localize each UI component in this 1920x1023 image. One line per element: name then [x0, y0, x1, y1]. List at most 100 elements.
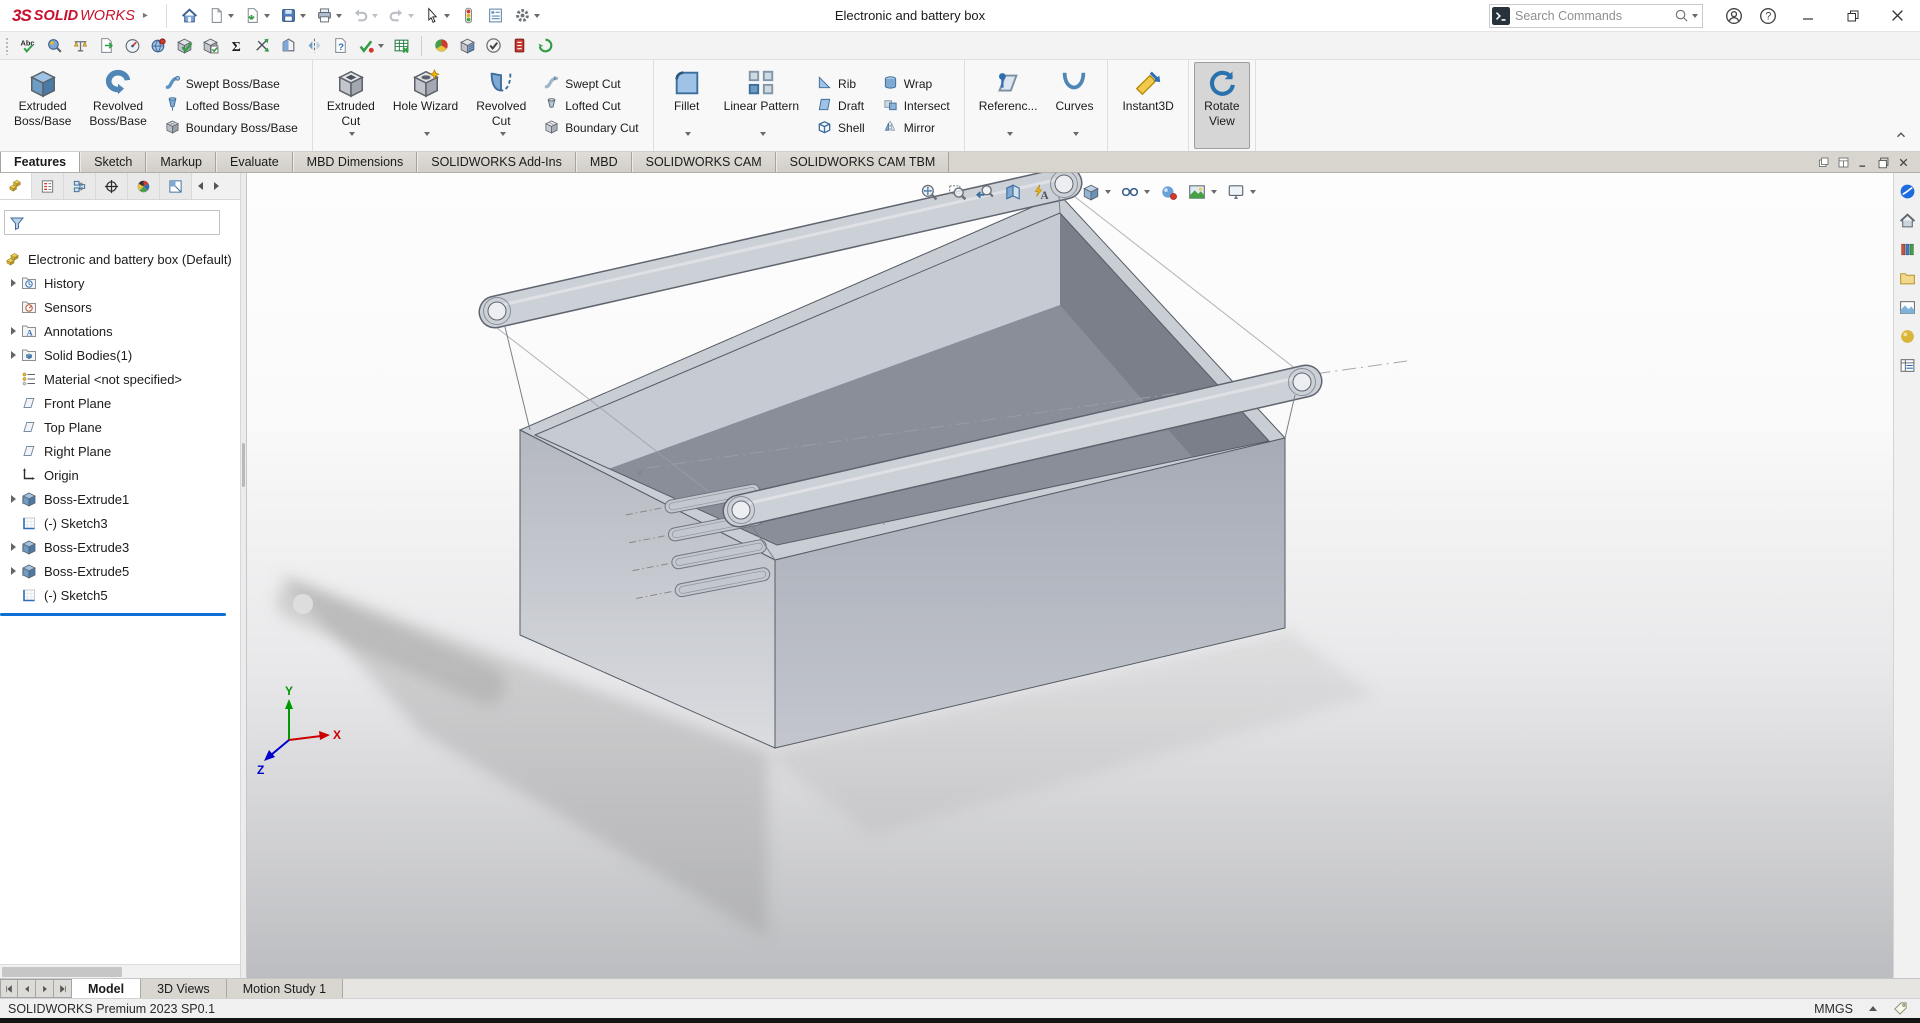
curvature-icon[interactable]	[429, 35, 454, 56]
print-icon[interactable]	[312, 3, 346, 29]
tree-item-material-not-specified[interactable]: Material <not specified>	[0, 367, 240, 391]
expand-arrow-icon[interactable]	[6, 279, 21, 287]
revolved-boss-base-button[interactable]: RevolvedBoss/Base	[80, 62, 155, 149]
search-scope-caret-icon[interactable]	[1692, 14, 1698, 18]
hide-show-items-icon[interactable]	[1120, 182, 1151, 202]
section-view-icon[interactable]	[1003, 182, 1023, 202]
select-icon[interactable]	[420, 3, 454, 29]
save-caret-icon[interactable]	[300, 14, 306, 18]
close-doc-icon[interactable]	[1897, 156, 1910, 169]
curves-button[interactable]: Curves	[1046, 62, 1102, 149]
panel-tab-dimxpertmanager[interactable]	[96, 173, 128, 199]
fillet-caret-icon[interactable]	[685, 132, 691, 136]
panel-splitter[interactable]	[240, 173, 247, 978]
undo-icon[interactable]	[348, 3, 382, 29]
excel-bom-icon[interactable]	[389, 35, 414, 56]
file-explorer-icon[interactable]	[1899, 270, 1916, 287]
new-document-caret-icon[interactable]	[228, 14, 234, 18]
tree-item-annotations[interactable]: AAnnotations	[0, 319, 240, 343]
tree-item-boss-extrude5[interactable]: Boss-Extrude5	[0, 559, 240, 583]
hole-wizard-caret-icon[interactable]	[424, 132, 430, 136]
minimize-button[interactable]	[1785, 0, 1830, 31]
linear-pattern-caret[interactable]	[757, 132, 766, 137]
intersect-button[interactable]: Intersect	[878, 96, 955, 116]
draft-button[interactable]: Draft	[812, 96, 870, 116]
select-caret-icon[interactable]	[444, 14, 450, 18]
minimize-doc-icon[interactable]	[1857, 156, 1870, 169]
logo-flyout-arrow-icon[interactable]: ▸	[139, 10, 156, 21]
panel-tab-propertymanager[interactable]	[32, 173, 64, 199]
view-settings-icon[interactable]	[1226, 182, 1257, 202]
print-caret-icon[interactable]	[336, 14, 342, 18]
panel-tab-scroll-left-icon[interactable]	[192, 173, 208, 199]
expand-arrow-icon[interactable]	[6, 495, 21, 503]
section-properties-icon[interactable]	[455, 35, 480, 56]
file-properties-icon[interactable]	[483, 3, 508, 29]
hole-wizard-button[interactable]: Hole Wizard	[384, 62, 467, 149]
redo-icon[interactable]	[384, 3, 418, 29]
import-diagnostics-icon[interactable]: ?	[328, 35, 353, 56]
wrap-button[interactable]: Wrap	[878, 74, 955, 94]
rollback-bar[interactable]	[0, 613, 226, 616]
apply-scene-icon[interactable]	[1187, 182, 1218, 202]
units-label[interactable]: MMGS	[1814, 1002, 1853, 1016]
deviation-analysis-icon[interactable]	[250, 35, 275, 56]
undo-caret-icon[interactable]	[372, 14, 378, 18]
scrollbar-thumb[interactable]	[2, 967, 122, 977]
instant3d-button[interactable]: Instant3D	[1113, 62, 1182, 149]
mirror-button[interactable]: Mirror	[878, 118, 955, 138]
model-electronic-battery-box[interactable]: Y X Z	[247, 173, 1893, 978]
zoom-area-icon[interactable]	[947, 182, 967, 202]
help-icon[interactable]: ?	[1751, 0, 1785, 31]
open-caret-icon[interactable]	[264, 14, 270, 18]
previous-view-icon[interactable]	[975, 182, 995, 202]
boundary-boss-base-button[interactable]: Boundary Boss/Base	[160, 118, 303, 138]
tree-item-origin[interactable]: Origin	[0, 463, 240, 487]
tree-item-front-plane[interactable]: Front Plane	[0, 391, 240, 415]
tab-evaluate[interactable]: Evaluate	[216, 152, 293, 172]
panel-tab-configurationmanager[interactable]	[64, 173, 96, 199]
extruded-boss-base-button[interactable]: ExtrudedBoss/Base	[5, 62, 80, 149]
equations-icon[interactable]: Σ	[224, 35, 249, 56]
swept-boss-base-button[interactable]: Swept Boss/Base	[160, 74, 303, 94]
magnified-selection-icon[interactable]	[42, 35, 67, 56]
extruded-cut-caret[interactable]	[346, 132, 355, 137]
tree-horizontal-scrollbar[interactable]	[0, 964, 240, 978]
performance-evaluation-icon[interactable]	[120, 35, 145, 56]
lofted-cut-button[interactable]: Lofted Cut	[539, 96, 643, 116]
tree-item-sketch3[interactable]: (-) Sketch3	[0, 511, 240, 535]
tab-model[interactable]: Model	[72, 979, 141, 998]
revolved-cut-caret-icon[interactable]	[500, 132, 506, 136]
hide-show-items-caret-icon[interactable]	[1144, 190, 1150, 194]
sustainability-icon[interactable]	[533, 35, 558, 56]
ribbon-collapse-icon[interactable]	[1894, 128, 1908, 145]
open-icon[interactable]	[240, 3, 274, 29]
boundary-cut-button[interactable]: Boundary Cut	[539, 118, 643, 138]
custom-properties-icon[interactable]	[1899, 357, 1916, 374]
new-document-icon[interactable]	[204, 3, 238, 29]
appearances-scenes-icon[interactable]	[1899, 328, 1916, 345]
tree-item-boss-extrude1[interactable]: Boss-Extrude1	[0, 487, 240, 511]
tree-filter-input[interactable]	[29, 215, 215, 230]
fillet-caret[interactable]	[682, 132, 691, 137]
panel-tab-featuremanager[interactable]	[0, 173, 32, 199]
previous-frame-button[interactable]	[18, 979, 36, 998]
verification-check-icon[interactable]	[198, 35, 223, 56]
tree-filter-box[interactable]	[4, 210, 220, 235]
first-frame-button[interactable]	[0, 979, 18, 998]
display-style-icon[interactable]	[1081, 182, 1112, 202]
shell-button[interactable]: Shell	[812, 118, 870, 138]
zoom-fit-icon[interactable]	[919, 182, 939, 202]
mass-properties-icon[interactable]	[68, 35, 93, 56]
tag-icon[interactable]	[1893, 1001, 1908, 1016]
tab-mbd[interactable]: MBD	[576, 152, 632, 172]
referenc-caret[interactable]	[1004, 132, 1013, 137]
edit-appearance-icon[interactable]	[1159, 182, 1179, 202]
spell-checker-icon[interactable]: Abc	[16, 35, 41, 56]
curves-caret[interactable]	[1070, 132, 1079, 137]
simulation-icon[interactable]	[507, 35, 532, 56]
design-library-icon[interactable]	[1899, 241, 1916, 258]
tab-solidworks-cam-tbm[interactable]: SOLIDWORKS CAM TBM	[776, 152, 950, 172]
display-style-caret-icon[interactable]	[1105, 190, 1111, 194]
check-circle-icon[interactable]	[481, 35, 506, 56]
